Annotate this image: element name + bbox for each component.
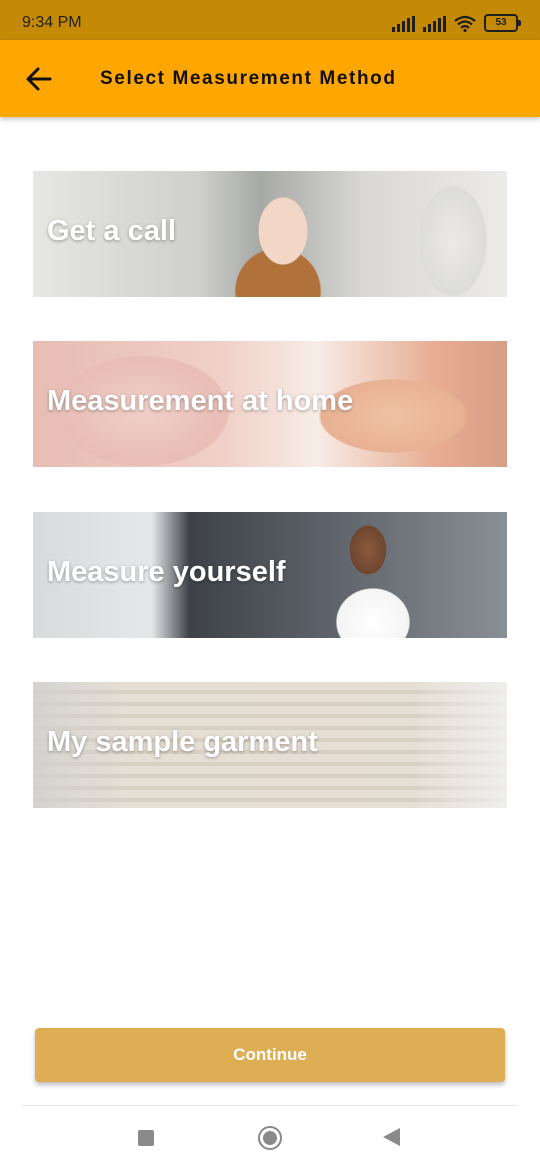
signal-icon	[423, 16, 446, 32]
arrow-left-icon	[26, 67, 52, 91]
option-card-get-a-call[interactable]: Get a call	[33, 171, 507, 297]
app-bar: Select Measurement Method	[0, 40, 540, 117]
system-nav-bar	[0, 1106, 540, 1170]
option-card-measure-yourself[interactable]: Measure yourself	[33, 512, 507, 638]
status-bar: 9:34 PM 53	[0, 0, 540, 40]
option-label: Get a call	[47, 215, 176, 247]
signal-icon	[392, 16, 415, 32]
home-icon[interactable]	[258, 1126, 282, 1150]
battery-icon: 53	[484, 14, 521, 32]
option-card-measurement-at-home[interactable]: Measurement at home	[33, 341, 507, 467]
continue-button[interactable]: Continue	[35, 1028, 505, 1082]
back-button[interactable]	[22, 62, 56, 96]
option-card-my-sample-garment[interactable]: My sample garment	[33, 682, 507, 808]
wifi-icon	[454, 15, 476, 32]
recent-apps-icon[interactable]	[138, 1130, 154, 1146]
status-time: 9:34 PM	[22, 14, 82, 31]
option-label: Measurement at home	[47, 385, 354, 417]
status-icons: 53	[392, 12, 521, 32]
option-label: Measure yourself	[47, 556, 286, 588]
option-label: My sample garment	[47, 726, 318, 758]
back-icon[interactable]	[383, 1128, 400, 1146]
page-title: Select Measurement Method	[100, 68, 397, 89]
